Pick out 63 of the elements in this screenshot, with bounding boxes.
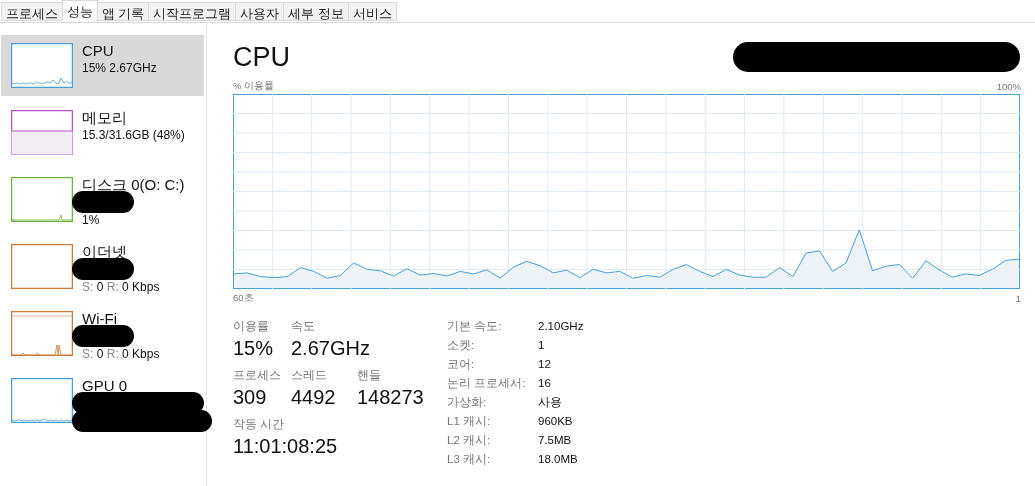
stat-label: 작동 시간 bbox=[233, 416, 285, 432]
tab[interactable]: 사용자 bbox=[235, 2, 285, 21]
sidebar-item[interactable]: 이더넷 S: 0 R: 0 Kbps bbox=[1, 236, 204, 297]
tab[interactable]: 앱 기록 bbox=[97, 2, 150, 21]
stat-label: 이용률 bbox=[233, 318, 269, 334]
spec-value: 7.5MB bbox=[538, 433, 573, 448]
usage-graph-thumbnail bbox=[11, 177, 73, 222]
spec-value: 960KB bbox=[538, 414, 574, 429]
stat-label: 프로세스 bbox=[233, 367, 281, 383]
usage-graph-thumbnail bbox=[11, 378, 73, 423]
device-name: GPU 0 bbox=[82, 376, 127, 395]
stat-label: 속도 bbox=[291, 318, 315, 334]
tab[interactable]: 세부 정보 bbox=[283, 2, 349, 21]
spec-label: 논리 프로세서: bbox=[447, 376, 527, 391]
stat-value: 148273 bbox=[357, 385, 424, 410]
spec-label: 가상화: bbox=[447, 395, 488, 410]
tab[interactable]: 프로세스 bbox=[1, 2, 63, 21]
network-speed: S: 0 R: 0 Kbps bbox=[82, 279, 160, 295]
spec-label: L1 캐시: bbox=[447, 414, 492, 429]
device-name: 이더넷 bbox=[82, 242, 127, 261]
network-speed: S: 0 R: 0 Kbps bbox=[82, 346, 160, 362]
spec-value: 16 bbox=[538, 376, 552, 391]
spec-label: 기본 속도: bbox=[447, 319, 503, 334]
spec-label: L3 캐시: bbox=[447, 452, 492, 467]
device-name: CPU bbox=[82, 41, 114, 60]
spec-value: 18.0MB bbox=[538, 452, 579, 467]
stat-label: 핸들 bbox=[357, 367, 381, 383]
usage-graph-thumbnail bbox=[11, 311, 73, 356]
usage-graph-thumbnail bbox=[11, 110, 73, 155]
stat-value: 309 bbox=[233, 385, 267, 410]
spec-value: 12 bbox=[538, 357, 552, 372]
spec-label: L2 캐시: bbox=[447, 433, 492, 448]
device-usage: 15% 2.67GHz bbox=[82, 60, 157, 76]
spec-label: 코어: bbox=[447, 357, 476, 372]
stat-label: 스레드 bbox=[291, 367, 327, 383]
tab[interactable]: 시작프로그램 bbox=[148, 2, 237, 21]
spec-value: 2.10GHz bbox=[538, 319, 584, 334]
sidebar-item[interactable]: GPU 0 bbox=[1, 370, 204, 431]
stat-value: 2.67GHz bbox=[291, 336, 370, 361]
usage-graph-thumbnail bbox=[11, 244, 73, 289]
stat-value: 11:01:08:25 bbox=[233, 434, 338, 459]
spec-value: 1 bbox=[538, 338, 546, 353]
spec-value: 사용 bbox=[538, 395, 563, 410]
tab[interactable]: 서비스 bbox=[347, 2, 397, 21]
sidebar-item[interactable]: CPU 15% 2.67GHz bbox=[1, 35, 204, 96]
page-title: CPU bbox=[233, 41, 290, 73]
device-usage: 15.3/31.6GB (48%) bbox=[82, 127, 185, 143]
device-name: 메모리 bbox=[82, 108, 127, 127]
stat-value: 4492 bbox=[291, 385, 336, 410]
device-name: 디스크 0(O: C:) bbox=[82, 175, 185, 194]
axis-label: % 이용률 bbox=[233, 79, 275, 93]
sidebar-item[interactable]: Wi-Fi S: 0 R: 0 Kbps bbox=[1, 303, 204, 364]
spec-label: 소켓: bbox=[447, 338, 476, 353]
device-usage: 1% bbox=[82, 212, 100, 228]
axis-end-label: 1 bbox=[1015, 292, 1021, 304]
axis-max-label: 100% bbox=[996, 80, 1021, 92]
usage-graph-thumbnail bbox=[11, 43, 73, 88]
sidebar-item[interactable]: 디스크 0(O: C:) 1% bbox=[1, 169, 204, 230]
device-name: Wi-Fi bbox=[82, 309, 117, 328]
axis-start-label: 60초 bbox=[233, 291, 254, 305]
sidebar-item[interactable]: 메모리 15.3/31.6GB (48%) bbox=[1, 102, 204, 163]
stat-value: 15% bbox=[233, 336, 274, 361]
tab[interactable]: 성능 bbox=[62, 0, 98, 22]
